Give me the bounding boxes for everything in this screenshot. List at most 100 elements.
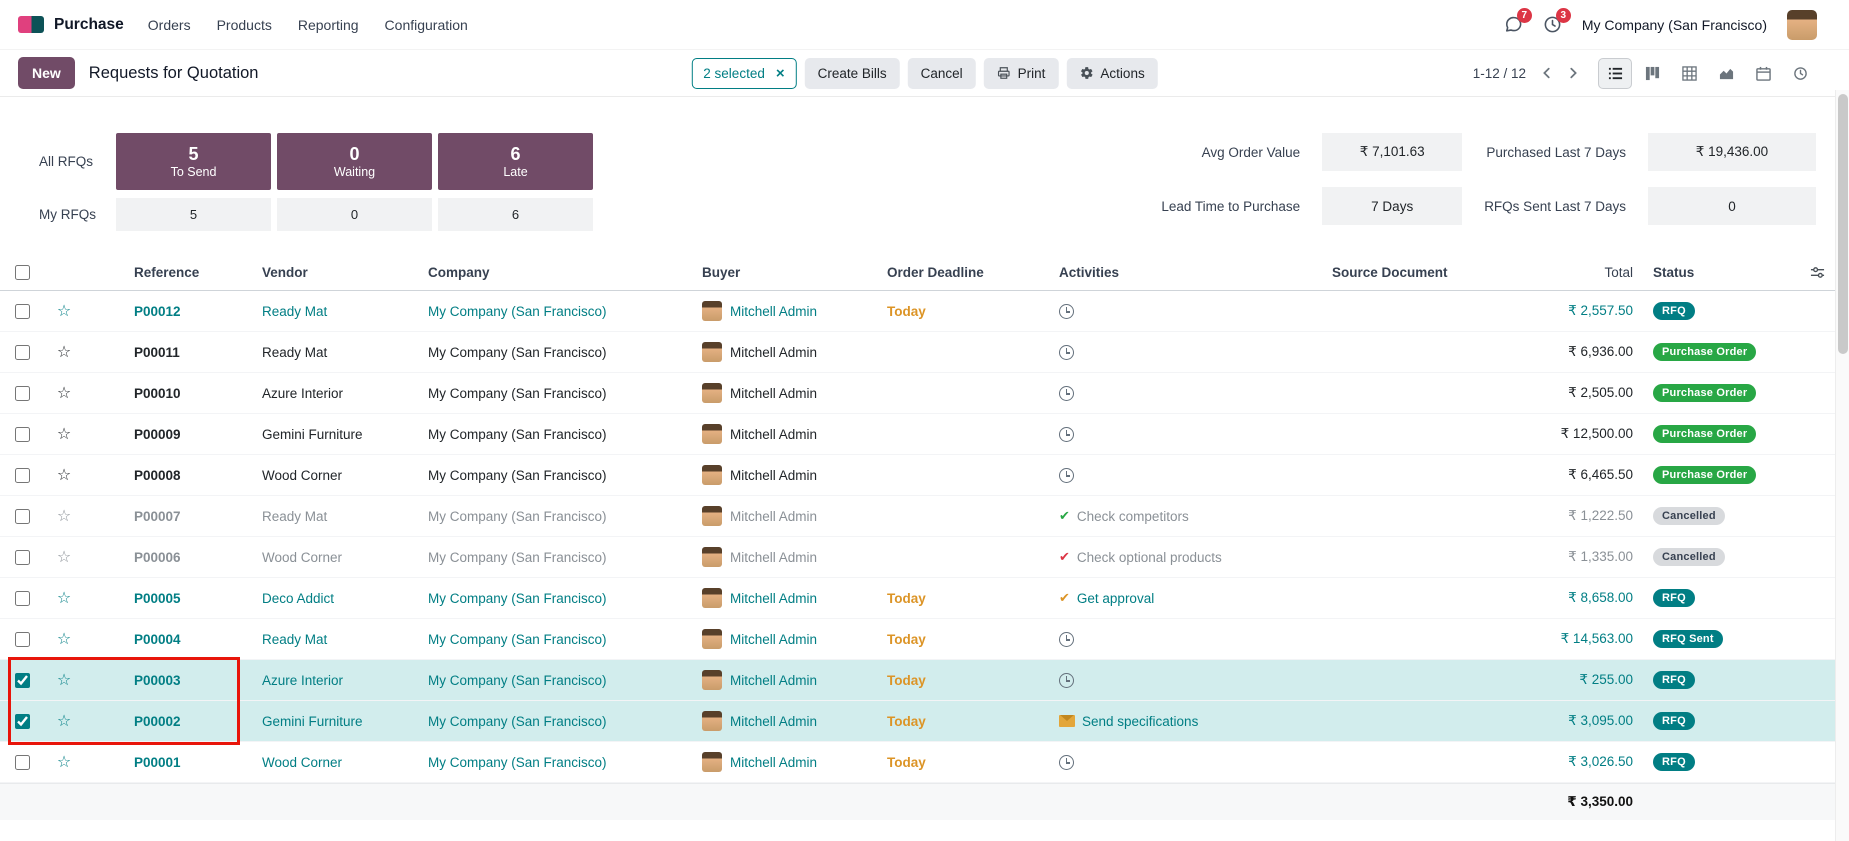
row-activities[interactable] [1049, 632, 1322, 647]
row-select-cell[interactable] [0, 509, 44, 524]
row-checkbox[interactable] [15, 304, 30, 319]
row-activities[interactable] [1049, 755, 1322, 770]
select-all-checkbox[interactable] [15, 265, 30, 280]
kpi-all-late[interactable]: 6 Late [438, 133, 593, 190]
row-select-cell[interactable] [0, 591, 44, 606]
favorite-star-icon[interactable]: ☆ [44, 711, 84, 731]
activity-check-icon[interactable]: ✔ [1059, 549, 1070, 565]
kpi-all-waiting[interactable]: 0 Waiting [277, 133, 432, 190]
optional-columns-icon[interactable] [1800, 265, 1835, 280]
select-all-cell[interactable] [0, 265, 44, 280]
row-activities[interactable] [1049, 386, 1322, 401]
activity-clock-icon[interactable] [1059, 304, 1074, 319]
row-activities[interactable] [1049, 427, 1322, 442]
row-select-cell[interactable] [0, 304, 44, 319]
table-row[interactable]: ☆P00006Wood CornerMy Company (San Franci… [0, 537, 1835, 578]
user-avatar[interactable] [1787, 10, 1817, 40]
column-header-activities[interactable]: Activities [1049, 265, 1322, 280]
page-scrollbar[interactable] [1835, 90, 1849, 841]
row-select-cell[interactable] [0, 714, 44, 729]
app-switcher[interactable]: Purchase [18, 16, 124, 34]
menu-reporting[interactable]: Reporting [298, 17, 359, 33]
row-activities[interactable] [1049, 304, 1322, 319]
favorite-star-icon[interactable]: ☆ [44, 629, 84, 649]
activity-envelope-icon[interactable] [1059, 715, 1075, 727]
favorite-star-icon[interactable]: ☆ [44, 506, 84, 526]
row-select-cell[interactable] [0, 468, 44, 483]
actions-button[interactable]: Actions [1066, 58, 1157, 89]
column-header-reference[interactable]: Reference [84, 265, 252, 280]
pager-previous-button[interactable] [1538, 64, 1556, 82]
row-activities[interactable] [1049, 673, 1322, 688]
activity-check-icon[interactable]: ✔ [1059, 508, 1070, 524]
row-select-cell[interactable] [0, 550, 44, 565]
table-row[interactable]: ☆P00005Deco AddictMy Company (San Franci… [0, 578, 1835, 619]
row-select-cell[interactable] [0, 386, 44, 401]
activity-label[interactable]: Check competitors [1077, 509, 1189, 524]
new-button[interactable]: New [18, 57, 75, 89]
table-row[interactable]: ☆P00010Azure InteriorMy Company (San Fra… [0, 373, 1835, 414]
pager-next-button[interactable] [1564, 64, 1582, 82]
row-checkbox[interactable] [15, 755, 30, 770]
row-activities[interactable]: ✔ Get approval [1049, 590, 1322, 606]
activity-label[interactable]: Send specifications [1082, 714, 1198, 729]
row-checkbox[interactable] [15, 386, 30, 401]
table-row[interactable]: ☆P00007Ready MatMy Company (San Francisc… [0, 496, 1835, 537]
table-row[interactable]: ☆P00012Ready MatMy Company (San Francisc… [0, 291, 1835, 332]
table-row[interactable]: ☆P00002Gemini FurnitureMy Company (San F… [0, 701, 1835, 742]
row-checkbox[interactable] [15, 550, 30, 565]
row-checkbox[interactable] [15, 427, 30, 442]
activity-label[interactable]: Get approval [1077, 591, 1154, 606]
favorite-star-icon[interactable]: ☆ [44, 301, 84, 321]
view-activity-button[interactable] [1783, 58, 1817, 89]
favorite-star-icon[interactable]: ☆ [44, 588, 84, 608]
messages-button[interactable]: 7 [1504, 15, 1523, 34]
activity-check-icon[interactable]: ✔ [1059, 590, 1070, 606]
view-pivot-button[interactable] [1672, 58, 1706, 89]
column-header-company[interactable]: Company [418, 265, 692, 280]
row-checkbox[interactable] [15, 345, 30, 360]
favorite-star-icon[interactable]: ☆ [44, 752, 84, 772]
app-menu-purchase[interactable]: Purchase [54, 16, 124, 34]
menu-orders[interactable]: Orders [148, 17, 191, 33]
kpi-my-to-send[interactable]: 5 [116, 198, 271, 231]
activities-button[interactable]: 3 [1543, 15, 1562, 34]
favorite-star-icon[interactable]: ☆ [44, 383, 84, 403]
activity-clock-icon[interactable] [1059, 427, 1074, 442]
view-graph-button[interactable] [1709, 58, 1743, 89]
table-row[interactable]: ☆P00009Gemini FurnitureMy Company (San F… [0, 414, 1835, 455]
table-row[interactable]: ☆P00008Wood CornerMy Company (San Franci… [0, 455, 1835, 496]
kpi-all-to-send[interactable]: 5 To Send [116, 133, 271, 190]
activity-clock-icon[interactable] [1059, 345, 1074, 360]
kpi-my-waiting[interactable]: 0 [277, 198, 432, 231]
column-header-source-document[interactable]: Source Document [1322, 265, 1480, 280]
column-header-vendor[interactable]: Vendor [252, 265, 418, 280]
row-select-cell[interactable] [0, 345, 44, 360]
table-row[interactable]: ☆P00011Ready MatMy Company (San Francisc… [0, 332, 1835, 373]
menu-configuration[interactable]: Configuration [385, 17, 468, 33]
row-checkbox[interactable] [15, 632, 30, 647]
cancel-button[interactable]: Cancel [908, 58, 976, 89]
scrollbar-thumb[interactable] [1838, 94, 1848, 354]
row-activities[interactable]: Send specifications [1049, 714, 1322, 729]
activity-clock-icon[interactable] [1059, 468, 1074, 483]
row-activities[interactable]: ✔ Check competitors [1049, 508, 1322, 524]
row-activities[interactable] [1049, 345, 1322, 360]
create-bills-button[interactable]: Create Bills [805, 58, 900, 89]
row-activities[interactable] [1049, 468, 1322, 483]
row-select-cell[interactable] [0, 755, 44, 770]
row-select-cell[interactable] [0, 673, 44, 688]
activity-clock-icon[interactable] [1059, 632, 1074, 647]
table-row[interactable]: ☆P00001Wood CornerMy Company (San Franci… [0, 742, 1835, 783]
favorite-star-icon[interactable]: ☆ [44, 465, 84, 485]
row-checkbox[interactable] [15, 468, 30, 483]
row-activities[interactable]: ✔Check optional products [1049, 549, 1322, 565]
company-switcher[interactable]: My Company (San Francisco) [1582, 17, 1767, 33]
print-button[interactable]: Print [984, 58, 1059, 89]
activity-clock-icon[interactable] [1059, 673, 1074, 688]
column-header-status[interactable]: Status [1643, 265, 1800, 280]
favorite-star-icon[interactable]: ☆ [44, 547, 84, 567]
kpi-my-late[interactable]: 6 [438, 198, 593, 231]
view-calendar-button[interactable] [1746, 58, 1780, 89]
clear-selection-icon[interactable]: × [776, 66, 785, 81]
